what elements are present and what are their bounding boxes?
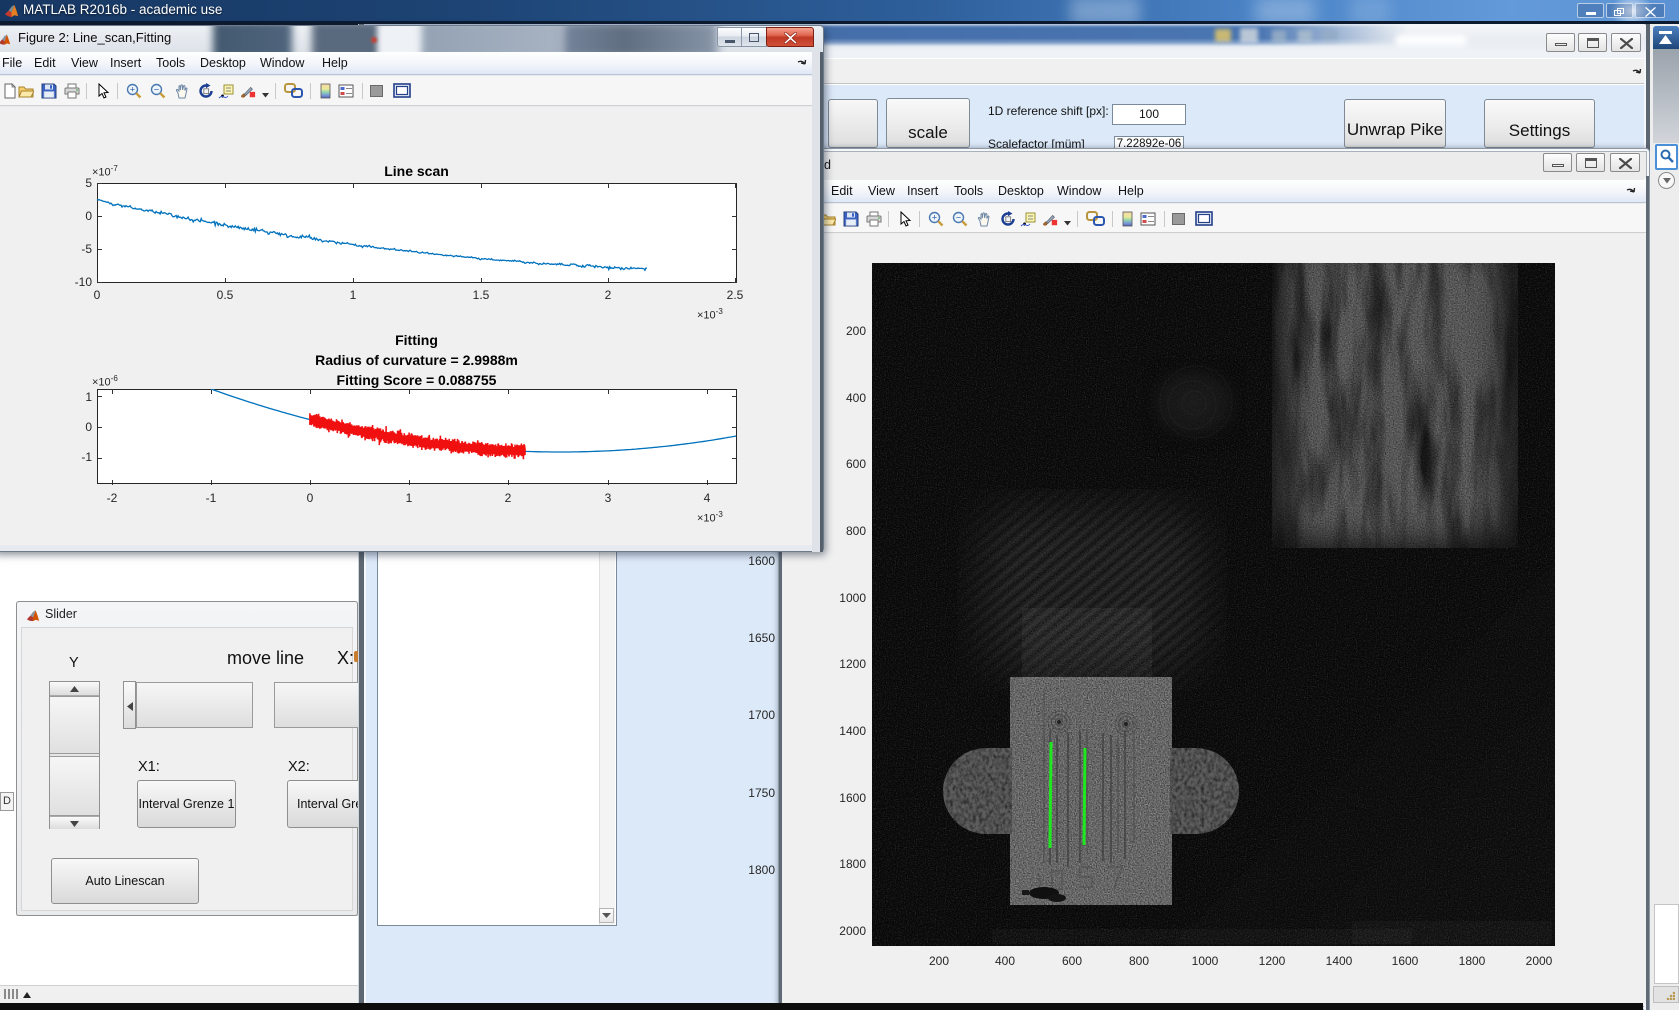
svg-text:+: +: [130, 85, 135, 95]
svg-text:−: −: [154, 85, 159, 95]
svg-text:+: +: [932, 213, 937, 223]
svg-text:−: −: [956, 213, 961, 223]
